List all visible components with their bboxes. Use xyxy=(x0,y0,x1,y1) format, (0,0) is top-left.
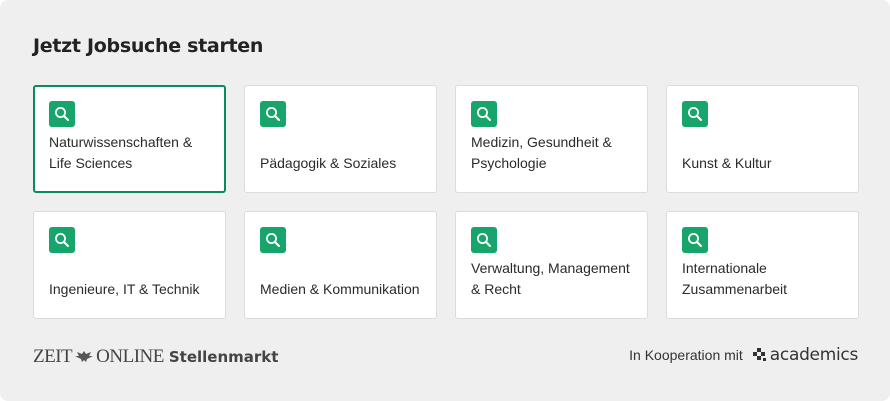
search-icon xyxy=(49,101,75,127)
logo-stellenmarkt: Stellenmarkt xyxy=(168,348,279,366)
search-icon xyxy=(260,101,286,127)
category-card-ingenieure[interactable]: Ingenieure, IT & Technik xyxy=(33,211,226,319)
category-label: Medien & Kommunikation xyxy=(260,281,420,297)
search-icon xyxy=(471,101,497,127)
category-label: Medizin, Gesundheit & Psychologie xyxy=(471,134,612,171)
category-label: Naturwissenschaften & Life Sciences xyxy=(49,134,193,171)
category-grid: Naturwissenschaften & Life Sciences Päda… xyxy=(33,85,859,319)
search-icon xyxy=(49,227,75,253)
category-label: Pädagogik & Soziales xyxy=(260,155,397,171)
category-label: Verwaltung, Management & Recht xyxy=(471,260,630,297)
category-card-kunst[interactable]: Kunst & Kultur xyxy=(666,85,859,193)
category-label: Internationale Zusammenarbeit xyxy=(682,260,788,297)
category-card-naturwissenschaften[interactable]: Naturwissenschaften & Life Sciences xyxy=(33,85,226,193)
logo-zeit: ZEIT xyxy=(33,346,73,367)
category-card-paedagogik[interactable]: Pädagogik & Soziales xyxy=(244,85,437,193)
category-label: Kunst & Kultur xyxy=(682,155,772,171)
job-search-widget: Jetzt Jobsuche starten Naturwissenschaft… xyxy=(0,0,890,401)
cooperation-credit: In Kooperation mit academics xyxy=(629,345,858,365)
zeit-online-stellenmarkt-logo[interactable]: ZEIT ONLINE Stellenmarkt xyxy=(33,346,278,368)
category-card-medizin[interactable]: Medizin, Gesundheit & Psychologie xyxy=(455,85,648,193)
category-label: Ingenieure, IT & Technik xyxy=(49,281,200,297)
search-icon xyxy=(260,227,286,253)
category-card-verwaltung[interactable]: Verwaltung, Management & Recht xyxy=(455,211,648,319)
logo-online: ONLINE xyxy=(96,346,164,367)
academics-logo[interactable]: academics xyxy=(770,345,859,365)
widget-title: Jetzt Jobsuche starten xyxy=(33,35,264,57)
search-icon xyxy=(682,101,708,127)
search-icon xyxy=(471,227,497,253)
academics-mark-icon xyxy=(752,347,766,361)
category-card-international[interactable]: Internationale Zusammenarbeit xyxy=(666,211,859,319)
eagle-icon xyxy=(73,349,95,363)
cooperation-text: In Kooperation mit xyxy=(629,347,743,363)
category-card-medien[interactable]: Medien & Kommunikation xyxy=(244,211,437,319)
search-icon xyxy=(682,227,708,253)
